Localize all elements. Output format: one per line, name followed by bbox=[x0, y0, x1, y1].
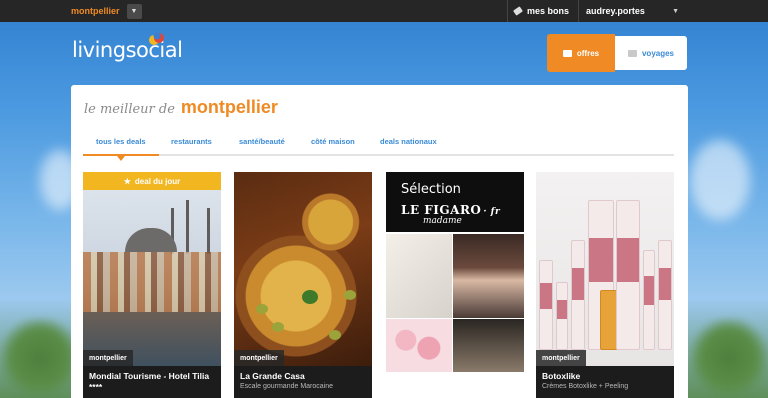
deal-subtitle: Crèmes Botoxlike + Peeling bbox=[542, 383, 629, 390]
perfume-photo bbox=[386, 234, 452, 318]
ribbon-label: deal du jour bbox=[134, 176, 181, 186]
olive bbox=[272, 322, 284, 332]
user-name[interactable]: audrey.portes bbox=[586, 6, 645, 16]
deal-title[interactable]: La Grande Casa bbox=[240, 371, 366, 382]
bottle bbox=[556, 282, 568, 350]
bottle bbox=[658, 240, 672, 350]
promo-card[interactable]: Sélection LE FIGARO · fr madame bbox=[386, 172, 524, 398]
mes-bons-link[interactable]: mes bons bbox=[513, 0, 569, 22]
city-tag: montpellier bbox=[536, 350, 586, 366]
user-menu[interactable]: audrey.portes ▼ bbox=[586, 0, 682, 22]
roses-photo bbox=[386, 319, 452, 372]
tag-icon bbox=[513, 6, 523, 16]
divider bbox=[507, 0, 508, 22]
chevron-down-icon[interactable]: ▼ bbox=[126, 3, 142, 19]
deal-card[interactable]: montpellier Botoxlike Crèmes Botoxlike +… bbox=[536, 172, 674, 398]
city-selector-label[interactable]: montpellier bbox=[71, 6, 120, 16]
table-photo bbox=[453, 319, 524, 372]
tab-restaurants[interactable]: restaurants bbox=[171, 137, 212, 146]
top-bar: montpellier ▼ mes bons audrey.portes ▼ bbox=[0, 0, 768, 22]
herb bbox=[302, 290, 318, 304]
promo-heading: Sélection bbox=[401, 182, 461, 197]
deal-du-jour-ribbon: ★ deal du jour bbox=[83, 172, 221, 190]
page-title-prefix: le meilleur de bbox=[84, 102, 175, 117]
city-selector[interactable]: montpellier ▼ bbox=[71, 0, 142, 22]
livingsocial-logo[interactable]: livingsocial bbox=[72, 32, 183, 62]
tab-offres[interactable]: offres bbox=[547, 34, 615, 72]
deal-info[interactable]: Mondial Tourisme - Hotel Tilia **** bbox=[83, 366, 221, 398]
deal-title[interactable]: Botoxlike bbox=[542, 371, 668, 382]
promo-brand: LE FIGARO · fr bbox=[401, 203, 500, 217]
deal-card[interactable]: montpellier La Grande Casa Escale gourma… bbox=[234, 172, 372, 398]
promo-image[interactable]: Sélection LE FIGARO · fr madame bbox=[386, 172, 524, 398]
mosque-dome bbox=[125, 228, 177, 252]
tab-sante-beaute[interactable]: santé/beauté bbox=[239, 137, 285, 146]
bottle bbox=[571, 240, 585, 350]
olive bbox=[329, 330, 341, 340]
active-tab-notch bbox=[117, 156, 125, 161]
bottle bbox=[616, 200, 640, 350]
deal-card[interactable]: ★ deal du jour montpellier Mondial Touri… bbox=[83, 172, 221, 398]
page-title-city: montpellier bbox=[180, 97, 278, 117]
tab-deals-nationaux[interactable]: deals nationaux bbox=[380, 137, 437, 146]
olive bbox=[256, 304, 268, 314]
tab-tous-les-deals[interactable]: tous les deals bbox=[96, 137, 146, 146]
bottle bbox=[539, 260, 553, 350]
main-panel: le meilleur de montpellier tous les deal… bbox=[71, 85, 688, 398]
promo-brand-suffix: · fr bbox=[483, 207, 501, 217]
tab-cote-maison[interactable]: côté maison bbox=[311, 137, 355, 146]
deal-title[interactable]: Mondial Tourisme - Hotel Tilia **** bbox=[89, 371, 215, 393]
promo-sub: madame bbox=[423, 216, 462, 226]
woman-photo bbox=[453, 234, 524, 318]
houses bbox=[83, 252, 221, 312]
minaret bbox=[207, 208, 210, 254]
deal-image[interactable] bbox=[234, 172, 372, 372]
tab-voyages[interactable]: voyages bbox=[615, 36, 687, 70]
category-tabs: tous les deals restaurants santé/beauté … bbox=[83, 132, 674, 161]
deal-info[interactable]: Botoxlike Crèmes Botoxlike + Peeling bbox=[536, 366, 674, 398]
deal-subtitle: Escale gourmande Marocaine bbox=[240, 383, 333, 390]
minaret bbox=[186, 200, 189, 254]
promo-brand-text: LE FIGARO bbox=[401, 203, 482, 217]
star-icon: ★ bbox=[123, 176, 131, 186]
page-title: le meilleur de montpellier bbox=[84, 97, 278, 118]
divider bbox=[578, 0, 579, 22]
tab-voyages-label[interactable]: voyages bbox=[642, 49, 674, 58]
bottle bbox=[643, 250, 655, 350]
logo-balloon-icon bbox=[149, 32, 164, 45]
tab-offres-label[interactable]: offres bbox=[577, 49, 599, 58]
field-decoration bbox=[690, 318, 768, 398]
cloud-decoration bbox=[690, 140, 750, 220]
suitcase-icon bbox=[627, 49, 637, 57]
city-tag: montpellier bbox=[83, 350, 133, 366]
deal-info[interactable]: La Grande Casa Escale gourmande Marocain… bbox=[234, 366, 372, 398]
field-decoration bbox=[0, 318, 80, 398]
city-tag: montpellier bbox=[234, 350, 284, 366]
mes-bons-label[interactable]: mes bons bbox=[527, 6, 569, 16]
deal-image[interactable] bbox=[83, 172, 221, 372]
olive bbox=[344, 290, 356, 300]
tag-icon bbox=[562, 49, 572, 57]
deal-image[interactable] bbox=[536, 172, 674, 372]
chevron-down-icon[interactable]: ▼ bbox=[672, 8, 679, 15]
